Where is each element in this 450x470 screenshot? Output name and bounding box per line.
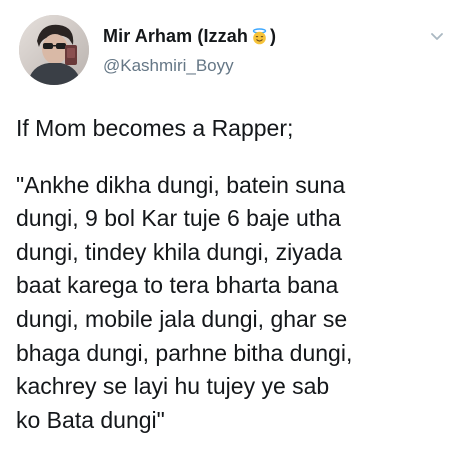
quote-line: dungi, 9 bol Kar tuje 6 baje utha xyxy=(16,205,341,232)
quote-line: kachrey se layi hu tujey ye sab xyxy=(16,373,330,400)
chevron-down-icon[interactable] xyxy=(431,33,443,41)
quote-line: "Ankhe dikha dungi, batein suna xyxy=(16,171,346,198)
quote-line: baat karega to tera bharta bana xyxy=(16,272,339,299)
display-name-close: ) xyxy=(269,26,276,46)
quote-line: bhaga dungi, parhne bitha dungi, xyxy=(16,339,353,366)
author-handle[interactable]: @Kashmiri_Boyy xyxy=(103,56,234,76)
author-name-row[interactable]: Mir Arham (Izzah ) xyxy=(103,26,276,47)
avatar-photo xyxy=(19,15,89,85)
quote-line: dungi, mobile jala dungi, ghar se xyxy=(16,305,348,332)
smiling-face-with-halo-icon xyxy=(251,28,268,45)
display-name[interactable]: Mir Arham (Izzah xyxy=(103,26,248,47)
tweet-text: If Mom becomes a Rapper; "Ankhe dikha du… xyxy=(16,112,446,437)
quote-line: dungi, tindey khila dungi, ziyada xyxy=(16,238,343,265)
quote-line: ko Bata dungi" xyxy=(16,406,165,433)
tweet-card: Mir Arham (Izzah ) @Kashmiri_Boyy If Mom… xyxy=(0,0,450,470)
tweet-heading: If Mom becomes a Rapper; xyxy=(16,115,294,141)
avatar[interactable] xyxy=(19,15,89,85)
